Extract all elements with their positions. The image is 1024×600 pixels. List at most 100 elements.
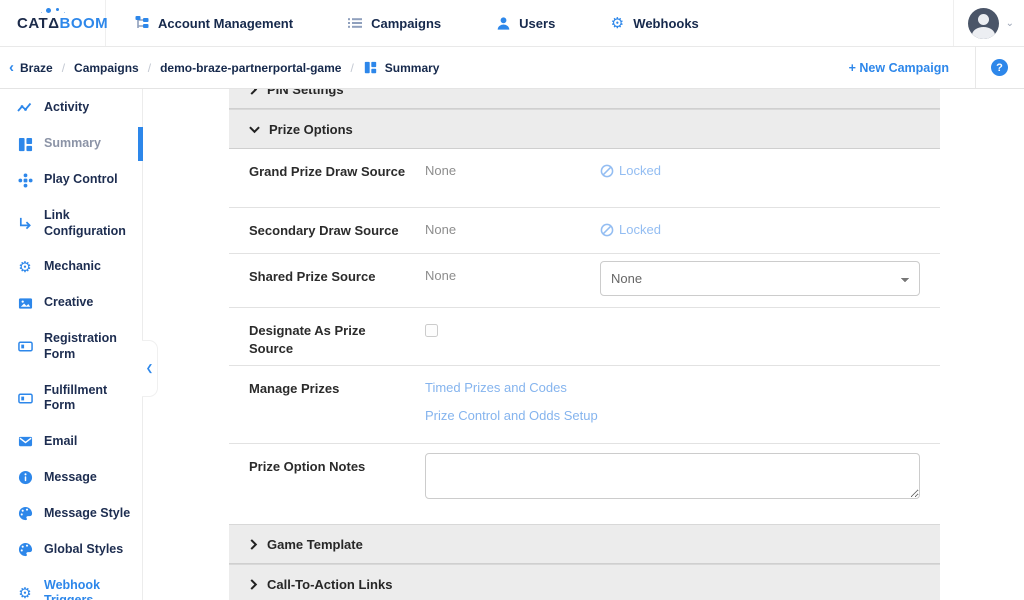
breadcrumb-campaign-name[interactable]: demo-braze-partnerportal-game xyxy=(160,61,341,75)
logo-dots-decoration xyxy=(46,8,51,13)
section-header-call-to-action-links[interactable]: Call-To-Action Links xyxy=(229,564,940,600)
gear-icon: ⚙ xyxy=(17,259,33,275)
designate-prize-source-checkbox[interactable] xyxy=(425,324,438,337)
section-header-game-template[interactable]: Game Template xyxy=(229,524,940,564)
user-icon xyxy=(495,15,511,31)
section-label: PIN Settings xyxy=(267,89,344,97)
play-control-icon xyxy=(17,172,33,188)
section-header-pin-settings[interactable]: PIN Settings xyxy=(229,89,940,109)
nav-label: Account Management xyxy=(158,16,293,31)
row-prize-option-notes: Prize Option Notes xyxy=(229,444,940,524)
sidebar-item-activity[interactable]: Activity xyxy=(0,90,142,126)
avatar-silhouette-body xyxy=(972,27,995,39)
sitemap-icon xyxy=(134,15,150,31)
chevron-left-icon: ❮ xyxy=(146,363,154,374)
chevron-down-icon[interactable]: ⌄ xyxy=(1006,18,1014,29)
top-nav: Account Management Campaigns Users ⚙ Web… xyxy=(106,15,699,31)
sidebar-item-webhook-triggers[interactable]: ⚙ Webhook Triggers xyxy=(0,568,142,600)
chevron-right-icon xyxy=(249,89,258,95)
dashboard-icon xyxy=(363,60,379,76)
nav-item-users[interactable]: Users xyxy=(495,15,555,31)
activity-icon xyxy=(17,100,33,116)
field-label: Secondary Draw Source xyxy=(249,222,409,240)
breadcrumb-summary-label: Summary xyxy=(385,61,440,75)
manage-prizes-links: Timed Prizes and Codes Prize Control and… xyxy=(425,380,598,423)
info-icon xyxy=(17,470,33,486)
main-content: PIN Settings Prize Options Grand Prize D… xyxy=(143,89,1024,600)
link-arrow-icon xyxy=(17,216,33,232)
sidebar-item-registration-form[interactable]: Registration Form xyxy=(0,321,142,372)
sidebar-item-global-styles[interactable]: Global Styles xyxy=(0,532,142,568)
breadcrumb-campaigns[interactable]: Campaigns xyxy=(74,61,139,75)
sidebar-item-label: Webhook Triggers xyxy=(44,578,136,600)
prize-control-link[interactable]: Prize Control and Odds Setup xyxy=(425,408,598,423)
nav-item-campaigns[interactable]: Campaigns xyxy=(347,15,441,31)
form-icon xyxy=(17,390,33,406)
sidebar-item-mechanic[interactable]: ⚙ Mechanic xyxy=(0,249,142,285)
row-grand-prize-draw-source: Grand Prize Draw Source None Locked xyxy=(229,149,940,208)
sidebar-item-label: Activity xyxy=(44,100,89,116)
envelope-icon xyxy=(17,434,33,450)
sidebar-item-message[interactable]: Message xyxy=(0,460,142,496)
avatar-silhouette xyxy=(978,14,989,25)
prohibited-icon xyxy=(600,164,614,178)
section-label: Game Template xyxy=(267,537,363,552)
breadcrumb-separator: / xyxy=(350,61,353,75)
field-label: Prize Option Notes xyxy=(249,458,409,476)
sidebar-item-label: Summary xyxy=(44,136,101,152)
locked-link[interactable]: Locked xyxy=(600,222,940,237)
logo-delta: Δ xyxy=(48,15,59,32)
nav-item-webhooks[interactable]: ⚙ Webhooks xyxy=(609,15,699,31)
prize-option-notes-textarea[interactable] xyxy=(425,453,920,499)
help-icon[interactable]: ? xyxy=(991,59,1008,76)
nav-label: Users xyxy=(519,16,555,31)
sidebar-item-email[interactable]: Email xyxy=(0,424,142,460)
form-icon xyxy=(17,339,33,355)
field-label: Shared Prize Source xyxy=(249,268,409,286)
chevron-right-icon xyxy=(249,539,258,550)
back-chevron-icon[interactable]: ‹ xyxy=(9,60,14,75)
section-label: Call-To-Action Links xyxy=(267,577,392,592)
top-header: CATΔBOOM Account Management Campaigns Us… xyxy=(0,0,1024,47)
palette-icon xyxy=(17,542,33,558)
sidebar-item-summary[interactable]: Summary xyxy=(0,126,142,162)
sidebar-item-label: Global Styles xyxy=(44,542,123,558)
locked-label: Locked xyxy=(619,222,661,237)
row-designate-as-prize-source: Designate As Prize Source xyxy=(229,308,940,366)
field-label: Manage Prizes xyxy=(249,380,409,398)
breadcrumb-summary[interactable]: Summary xyxy=(363,60,440,76)
brand-logo[interactable]: CATΔBOOM xyxy=(0,0,106,46)
sidebar-collapse-button[interactable]: ❮ xyxy=(142,340,158,397)
field-label: Designate As Prize Source xyxy=(249,322,409,358)
field-value: None xyxy=(425,222,598,237)
sidebar-item-label: Registration Form xyxy=(44,331,136,362)
logo-cat: CAT xyxy=(17,15,48,32)
locked-link[interactable]: Locked xyxy=(600,163,940,178)
divider xyxy=(975,47,976,88)
image-icon xyxy=(17,295,33,311)
logo-boom: BOOM xyxy=(60,15,109,32)
section-header-prize-options[interactable]: Prize Options xyxy=(229,109,940,149)
breadcrumb-bar: ‹ Braze / Campaigns / demo-braze-partner… xyxy=(0,47,1024,89)
field-label: Grand Prize Draw Source xyxy=(249,163,409,181)
sidebar-item-label: Message xyxy=(44,470,97,486)
sidebar-item-fulfillment-form[interactable]: Fulfillment Form xyxy=(0,373,142,424)
chevron-down-icon xyxy=(249,125,260,134)
user-menu: ⌄ xyxy=(953,0,1024,46)
new-campaign-button[interactable]: + New Campaign xyxy=(849,61,975,75)
sidebar-item-play-control[interactable]: Play Control xyxy=(0,162,142,198)
prohibited-icon xyxy=(600,223,614,237)
avatar[interactable] xyxy=(968,8,999,39)
field-value: None xyxy=(425,163,598,178)
sidebar-item-link-configuration[interactable]: Link Configuration xyxy=(0,198,142,249)
sidebar-item-message-style[interactable]: Message Style xyxy=(0,496,142,532)
nav-item-account-management[interactable]: Account Management xyxy=(134,15,293,31)
breadcrumb-braze[interactable]: Braze xyxy=(20,61,53,75)
sidebar-item-creative[interactable]: Creative xyxy=(0,285,142,321)
dashboard-icon xyxy=(17,136,33,152)
nav-label: Campaigns xyxy=(371,16,441,31)
sidebar-item-label: Fulfillment Form xyxy=(44,383,136,414)
breadcrumb: Braze / Campaigns / demo-braze-partnerpo… xyxy=(20,60,439,76)
timed-prizes-link[interactable]: Timed Prizes and Codes xyxy=(425,380,598,395)
shared-prize-source-select[interactable]: None xyxy=(600,261,920,296)
